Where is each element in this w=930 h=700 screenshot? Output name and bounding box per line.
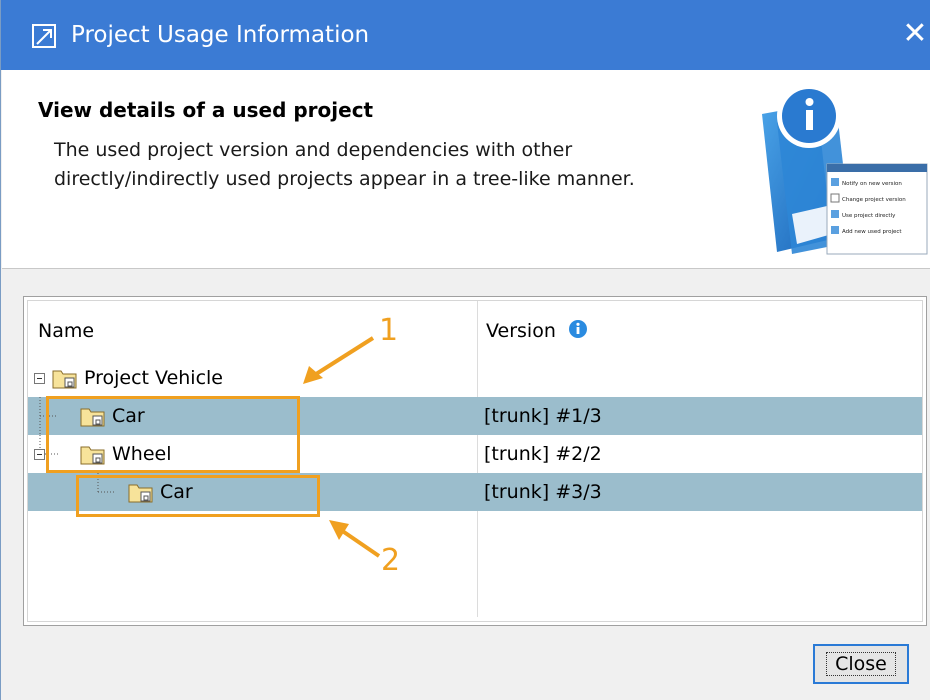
row-version: [trunk] #3/3 — [484, 481, 602, 503]
header-title: View details of a used project — [38, 98, 374, 122]
row-version: [trunk] #1/3 — [484, 405, 602, 427]
checklist-item-3: Use project directly — [842, 213, 896, 219]
window-title: Project Usage Information — [71, 22, 370, 48]
title-bar: Project Usage Information ✕ — [1, 0, 930, 70]
description-line: The used project version and dependencie… — [54, 139, 573, 161]
project-folder-icon — [52, 370, 77, 389]
window-icon — [32, 24, 56, 48]
info-illustration-icon: Notify on new version Change project ver… — [762, 84, 928, 255]
project-usage-dialog: Project Usage Information ✕ View details… — [0, 0, 930, 700]
callout-arrow-2-icon — [329, 520, 381, 558]
close-button[interactable]: Close — [813, 644, 909, 684]
column-header-version[interactable]: Version — [486, 301, 588, 361]
collapse-toggle-icon[interactable] — [34, 373, 45, 384]
callout-label-2: 2 — [381, 543, 401, 578]
collapse-toggle-icon[interactable] — [34, 449, 45, 460]
info-icon[interactable] — [568, 319, 588, 339]
highlight-box-1 — [46, 396, 300, 473]
description-line: directly/indirectly used projects appear… — [54, 168, 635, 190]
close-button-label: Close — [826, 652, 896, 676]
header-description: The used project version and dependencie… — [54, 136, 714, 194]
checklist-item-2: Change project version — [842, 197, 906, 203]
column-header-name[interactable]: Name — [38, 301, 94, 361]
row-name: Project Vehicle — [84, 367, 223, 389]
callout-label-1: 1 — [379, 313, 399, 348]
close-window-icon[interactable]: ✕ — [899, 18, 930, 50]
column-header-version-label: Version — [486, 320, 556, 342]
checklist-item-4: Add new used project — [842, 229, 902, 235]
checklist-item-1: Notify on new version — [842, 181, 902, 187]
header-panel: View details of a used project The used … — [2, 70, 930, 269]
table-row[interactable]: Project Vehicle — [28, 359, 922, 397]
row-version: [trunk] #2/2 — [484, 443, 602, 465]
highlight-box-2 — [76, 475, 320, 517]
